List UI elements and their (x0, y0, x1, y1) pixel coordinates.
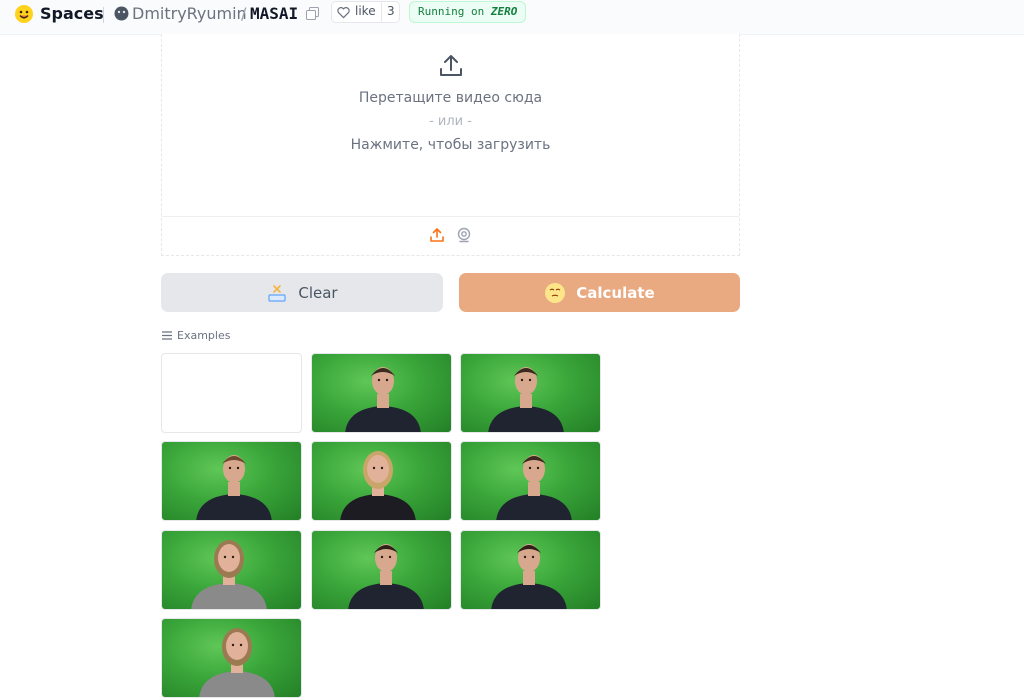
like-divider (381, 2, 382, 22)
clear-label: Clear (298, 283, 338, 302)
path-separator: / (241, 4, 247, 23)
drop-instruction: Перетащите видео сюда (358, 90, 543, 106)
example-thumbnail[interactable] (311, 530, 452, 610)
copy-icon[interactable] (306, 7, 319, 20)
example-thumbnail[interactable] (161, 530, 302, 610)
example-thumbnail[interactable] (161, 441, 302, 521)
person-silhouette-icon (196, 455, 272, 520)
like-button[interactable]: like 3 (331, 1, 400, 23)
calculate-button[interactable]: Calculate (459, 273, 740, 312)
upload-icon (440, 55, 462, 76)
example-thumbnail[interactable] (311, 441, 452, 521)
status-badge[interactable]: Running on ZERO (409, 1, 527, 23)
status-hardware: ZERO (490, 5, 518, 18)
top-bar: Spaces DmitryRyumin / MASAI like 3 Runni… (0, 0, 1024, 35)
video-upload-dropzone[interactable]: Перетащите видео сюда - или - Нажмите, ч… (161, 34, 740, 256)
header-divider (103, 7, 104, 23)
source-selector-divider (162, 216, 739, 217)
person-silhouette-icon (199, 628, 275, 697)
source-upload-icon[interactable] (429, 227, 445, 243)
calculate-label: Calculate (576, 283, 655, 302)
hugging-face-logo-icon[interactable] (14, 4, 34, 24)
owner-avatar-icon[interactable] (114, 6, 129, 21)
example-thumbnail[interactable] (460, 353, 601, 433)
list-icon (162, 331, 172, 340)
example-thumbnail[interactable] (161, 618, 302, 698)
click-to-upload-text[interactable]: Нажмите, чтобы загрузить (162, 137, 739, 153)
example-thumbnail[interactable] (460, 530, 601, 610)
status-prefix: Running on (418, 5, 485, 18)
person-silhouette-icon (348, 544, 424, 609)
person-silhouette-icon (345, 367, 421, 432)
person-silhouette-icon (191, 540, 267, 609)
like-label: like (355, 4, 376, 18)
example-thumbnail[interactable] (311, 353, 452, 433)
eraser-icon (268, 284, 286, 302)
spaces-link[interactable]: Spaces (40, 4, 104, 23)
clear-button[interactable]: Clear (161, 273, 443, 312)
heart-icon (337, 7, 350, 19)
person-silhouette-icon (491, 544, 567, 609)
repo-link[interactable]: MASAI (250, 4, 298, 23)
example-thumbnail[interactable] (161, 353, 302, 433)
like-count[interactable]: 3 (387, 4, 395, 18)
owner-link[interactable]: DmitryRyumin (132, 4, 247, 23)
thinking-face-icon (545, 282, 566, 303)
examples-label: Examples (177, 329, 231, 342)
person-silhouette-icon (488, 367, 564, 432)
person-silhouette-icon (496, 455, 572, 520)
source-webcam-icon[interactable] (456, 227, 472, 243)
person-silhouette-icon (340, 451, 416, 520)
or-divider-text: - или - (429, 114, 472, 129)
example-thumbnail[interactable] (460, 441, 601, 521)
examples-header: Examples (162, 329, 230, 342)
